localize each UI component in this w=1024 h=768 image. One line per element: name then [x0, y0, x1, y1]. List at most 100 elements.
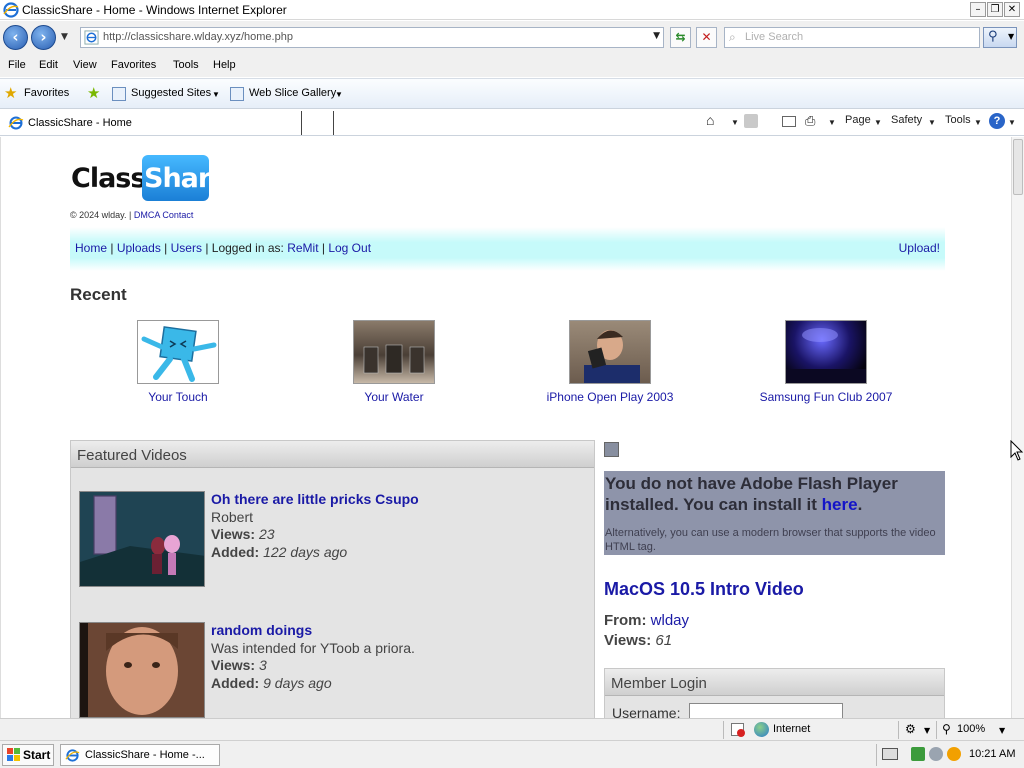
featured-video-thumbnail[interactable]	[79, 491, 205, 587]
favorites-button[interactable]: Favorites	[24, 87, 69, 99]
add-favorites-icon[interactable]: ★	[87, 84, 100, 102]
page-dropdown-icon[interactable]: ▼	[874, 118, 882, 127]
search-tray-icon[interactable]	[947, 747, 961, 761]
zoom-dropdown-icon[interactable]: ▼	[999, 726, 1005, 735]
menu-tools[interactable]: Tools	[173, 59, 199, 71]
zoom-icon[interactable]: ⚲	[942, 722, 951, 736]
uploader-link[interactable]: wlday	[651, 612, 689, 629]
username-field[interactable]	[689, 703, 843, 718]
nav-home-link[interactable]: Home	[75, 241, 107, 255]
recent-video-title[interactable]: Samsung Fun Club 2007	[746, 390, 906, 405]
address-dropdown-icon[interactable]: ▼	[653, 31, 660, 41]
tools-menu[interactable]: Tools	[945, 114, 971, 126]
nav-uploads-link[interactable]: Uploads	[117, 241, 161, 255]
page-scrollbar[interactable]	[1011, 137, 1024, 718]
compat-view-button[interactable]: ⇆	[670, 27, 691, 48]
window-title: ClassicShare - Home - Windows Internet E…	[22, 3, 287, 17]
forward-button[interactable]: ›	[31, 25, 56, 50]
menu-view[interactable]: View	[73, 59, 97, 71]
safety-menu[interactable]: Safety	[891, 114, 922, 126]
help-icon[interactable]: ?	[989, 113, 1005, 129]
featured-video-title-link[interactable]: Oh there are little pricks Csupo	[211, 491, 419, 507]
safety-dropdown-icon[interactable]: ▼	[928, 118, 936, 127]
recent-thumbnail[interactable]	[353, 320, 435, 384]
recent-video-card[interactable]: Your Touch	[98, 320, 258, 405]
address-url[interactable]: http://classicshare.wlday.xyz/home.php	[103, 31, 293, 43]
clock[interactable]: 10:21 AM	[969, 748, 1015, 760]
home-dropdown-icon[interactable]: ▼	[731, 118, 739, 127]
start-button[interactable]: Start	[2, 744, 54, 766]
featured-video-thumbnail[interactable]	[79, 622, 205, 718]
suggested-sites-button[interactable]: Suggested Sites	[131, 87, 211, 99]
nav-username-link[interactable]: ReMit	[287, 241, 318, 255]
tools-dropdown-icon[interactable]: ▼	[974, 118, 982, 127]
minimize-button[interactable]: –	[970, 2, 986, 17]
recent-video-title[interactable]: Your Touch	[98, 390, 258, 405]
recent-video-title[interactable]: Your Water	[314, 390, 474, 405]
recent-video-card[interactable]: Your Water	[314, 320, 474, 405]
search-button[interactable]: ⚲ ▼	[983, 27, 1017, 48]
added-value: 122 days ago	[263, 543, 348, 560]
recent-video-card[interactable]: iPhone Open Play 2003	[530, 320, 690, 405]
print-dropdown-icon[interactable]: ▼	[828, 118, 836, 127]
page-menu[interactable]: Page	[845, 114, 871, 126]
search-input[interactable]: ⌕ Live Search	[724, 27, 980, 48]
featured-video-title-link[interactable]: random doings	[211, 622, 312, 638]
protected-mode-toggle-icon[interactable]: ⚙	[905, 722, 916, 736]
help-dropdown-icon[interactable]: ▼	[1008, 118, 1016, 127]
home-icon[interactable]: ⌂	[706, 112, 714, 128]
history-dropdown-icon[interactable]: ▼	[61, 32, 68, 42]
close-window-button[interactable]: ✕	[1004, 2, 1020, 17]
suggested-sites-dropdown-icon[interactable]: ▼	[212, 90, 220, 99]
restore-button[interactable]: ❐	[987, 2, 1003, 17]
status-bar: Internet ⚙ ▼ ⚲ 100% ▼	[0, 718, 1024, 740]
tab-classicshare-home[interactable]: ClassicShare - Home	[2, 111, 302, 135]
menu-file[interactable]: File	[8, 59, 26, 71]
recent-thumbnail[interactable]	[569, 320, 651, 384]
player-video-title[interactable]: MacOS 10.5 Intro Video	[604, 579, 804, 600]
status-divider	[723, 721, 724, 739]
menu-help[interactable]: Help	[213, 59, 236, 71]
volume-icon[interactable]	[929, 747, 943, 761]
stop-button[interactable]: ✕	[696, 27, 717, 48]
address-bar[interactable]: http://classicshare.wlday.xyz/home.php ▼	[80, 27, 664, 48]
featured-video-info: Oh there are little pricks Csupo Robert …	[211, 491, 419, 561]
recent-thumbnail[interactable]	[785, 320, 867, 384]
menu-edit[interactable]: Edit	[39, 59, 58, 71]
protected-dropdown-icon[interactable]: ▼	[924, 726, 930, 735]
recent-video-card[interactable]: Samsung Fun Club 2007	[746, 320, 906, 405]
broken-plugin-icon	[604, 442, 619, 457]
back-button[interactable]: ‹	[3, 25, 28, 50]
nav-upload-link[interactable]: Upload!	[899, 241, 940, 255]
network-icon[interactable]	[911, 747, 925, 761]
keyboard-icon[interactable]	[882, 748, 898, 760]
flash-install-link[interactable]: here	[822, 495, 858, 514]
security-zone-label[interactable]: Internet	[773, 723, 810, 735]
featured-video-item: random doings Was intended for YToob a p…	[79, 622, 589, 718]
taskbar-ie-window[interactable]: ClassicShare - Home -...	[60, 744, 220, 766]
featured-videos-header: Featured Videos	[71, 441, 594, 468]
recent-video-title[interactable]: iPhone Open Play 2003	[530, 390, 690, 405]
read-mail-icon[interactable]	[782, 116, 796, 127]
search-placeholder: Live Search	[745, 31, 804, 43]
scrollbar-thumb[interactable]	[1013, 139, 1023, 195]
system-tray: 10:21 AM	[876, 744, 1022, 766]
glasses-thumbnail-icon	[363, 344, 425, 374]
nav-logout-link[interactable]: Log Out	[328, 241, 371, 255]
menu-favorites[interactable]: Favorites	[111, 59, 156, 71]
print-icon[interactable]: ⎙	[805, 113, 815, 129]
taskbar: Start ClassicShare - Home -... 10:21 AM	[0, 740, 1024, 768]
dmca-contact-link[interactable]: DMCA Contact	[134, 210, 194, 220]
new-tab-button[interactable]	[304, 111, 334, 135]
site-nav: Home | Uploads | Users | Logged in as: R…	[70, 227, 945, 271]
nav-users-link[interactable]: Users	[171, 241, 202, 255]
web-slice-dropdown-icon[interactable]: ▼	[335, 90, 343, 99]
zoom-level[interactable]: 100%	[957, 723, 985, 735]
recent-thumbnail[interactable]	[137, 320, 219, 384]
featured-video-description: Was intended for YToob a priora.	[211, 639, 415, 656]
suggested-sites-icon	[112, 87, 126, 101]
tab-label: ClassicShare - Home	[28, 117, 132, 129]
search-options-dropdown-icon[interactable]: ▼	[1008, 32, 1014, 41]
web-slice-gallery-button[interactable]: Web Slice Gallery	[249, 87, 336, 99]
feeds-icon[interactable]	[744, 114, 758, 128]
